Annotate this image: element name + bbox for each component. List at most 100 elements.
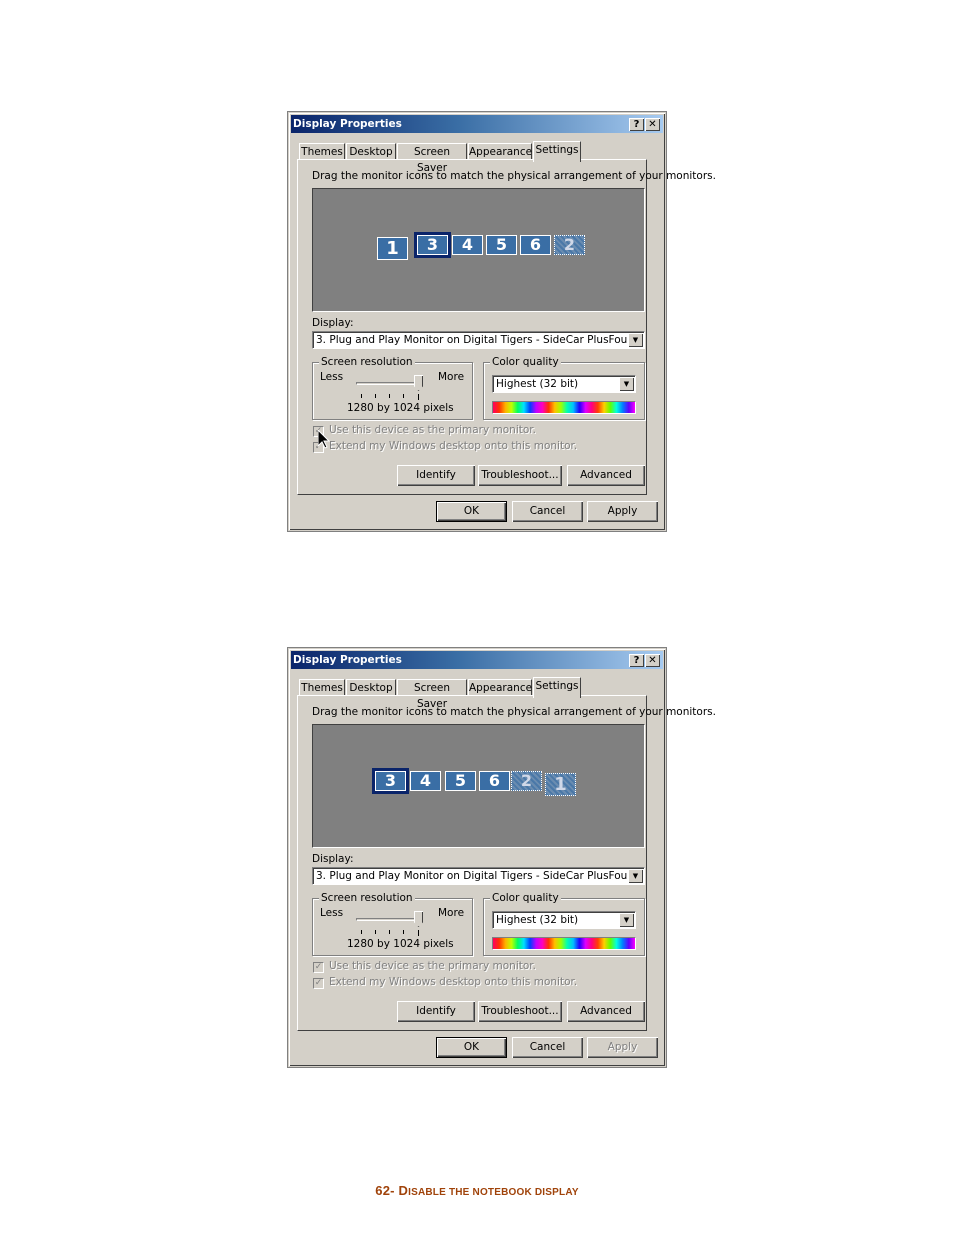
slider-tick <box>375 394 376 398</box>
primary-monitor-label: Use this device as the primary monitor. <box>329 424 536 436</box>
color-quality-title: Color quality <box>490 892 561 904</box>
monitor-icon-1[interactable]: 1 <box>377 237 408 260</box>
monitor-icon-2[interactable]: 2 <box>554 235 585 255</box>
monitor-icon-6[interactable]: 6 <box>520 235 551 255</box>
title-bar[interactable]: Display Properties ? ✕ <box>291 115 663 133</box>
color-quality-value: Highest (32 bit) <box>496 378 579 390</box>
slider-tick <box>361 930 362 934</box>
resolution-slider-thumb[interactable] <box>414 911 423 927</box>
tab-screen-saver[interactable]: Screen Saver <box>397 679 467 710</box>
display-select[interactable]: 3. Plug and Play Monitor on Digital Tige… <box>312 331 645 349</box>
tab-desktop[interactable]: Desktop <box>346 143 396 160</box>
instruction-text: Drag the monitor icons to match the phys… <box>312 706 716 718</box>
close-button[interactable]: ✕ <box>645 654 660 667</box>
slider-tick <box>375 930 376 934</box>
color-quality-group: Color quality Highest (32 bit) ▼ <box>483 892 645 956</box>
monitor-icon-1[interactable]: 1 <box>545 773 576 796</box>
less-label: Less <box>320 371 344 383</box>
footer-page-number: 62- <box>375 1183 399 1198</box>
chevron-down-icon[interactable]: ▼ <box>619 913 634 927</box>
display-select-value: 3. Plug and Play Monitor on Digital Tige… <box>316 870 632 882</box>
slider-tick <box>361 394 362 398</box>
tab-themes[interactable]: Themes <box>299 143 345 160</box>
display-select-value: 3. Plug and Play Monitor on Digital Tige… <box>316 334 632 346</box>
color-spectrum-bar <box>492 937 636 950</box>
color-quality-select[interactable]: Highest (32 bit) ▼ <box>492 911 636 929</box>
settings-panel: Drag the monitor icons to match the phys… <box>297 159 716 495</box>
chevron-down-icon[interactable]: ▼ <box>628 869 643 883</box>
slider-tick <box>389 394 390 398</box>
help-button[interactable]: ? <box>629 118 644 131</box>
screen-resolution-title: Screen resolution <box>319 356 415 368</box>
tab-settings[interactable]: Settings <box>533 677 581 698</box>
page-footer-caption: 62- DISABLE THE NOTEBOOK DISPLAY <box>0 1183 954 1198</box>
monitor-icon-5[interactable]: 5 <box>486 235 517 255</box>
monitor-icon-3[interactable]: 3 <box>372 768 409 794</box>
primary-monitor-label: Use this device as the primary monitor. <box>329 960 536 972</box>
color-quality-value: Highest (32 bit) <box>496 914 579 926</box>
color-quality-select[interactable]: Highest (32 bit) ▼ <box>492 375 636 393</box>
cancel-button[interactable]: Cancel <box>512 1037 583 1058</box>
primary-monitor-checkbox[interactable]: ✓ <box>313 962 324 973</box>
display-properties-dialog-2: Display Properties ? ✕ Themes Desktop Scre… <box>288 648 716 1067</box>
ok-button[interactable]: OK <box>436 501 507 522</box>
dialog-title: Display Properties <box>293 118 402 130</box>
color-spectrum-bar <box>492 401 636 414</box>
display-select[interactable]: 3. Plug and Play Monitor on Digital Tige… <box>312 867 645 885</box>
monitor-icon-2[interactable]: 2 <box>511 771 542 791</box>
monitor-icon-3[interactable]: 3 <box>414 232 451 258</box>
identify-button[interactable]: Identify <box>397 465 475 486</box>
slider-tick <box>389 930 390 934</box>
resolution-slider-track[interactable] <box>356 918 418 921</box>
color-quality-title: Color quality <box>490 356 561 368</box>
chevron-down-icon[interactable]: ▼ <box>619 377 634 391</box>
close-button[interactable]: ✕ <box>645 118 660 131</box>
instruction-text: Drag the monitor icons to match the phys… <box>312 170 716 182</box>
resolution-value: 1280 by 1024 pixels <box>347 938 454 950</box>
display-properties-dialog-1: Display Properties ? ✕ Themes Desktop Scre… <box>288 112 716 531</box>
less-label: Less <box>320 907 344 919</box>
screen-resolution-group: Screen resolution Less More 1280 by 1024… <box>312 356 473 420</box>
monitor-icon-4[interactable]: 4 <box>452 235 483 255</box>
display-label: Display: <box>312 317 354 329</box>
display-label: Display: <box>312 853 354 865</box>
extend-desktop-checkbox[interactable]: ✓ <box>313 978 324 989</box>
troubleshoot-button[interactable]: Troubleshoot... <box>478 1001 562 1022</box>
cancel-button[interactable]: Cancel <box>512 501 583 522</box>
footer-title-rest: ISABLE THE NOTEBOOK DISPLAY <box>408 1187 579 1198</box>
slider-tick <box>403 930 404 934</box>
tab-themes[interactable]: Themes <box>299 679 345 696</box>
tab-screen-saver[interactable]: Screen Saver <box>397 143 467 174</box>
screen-resolution-title: Screen resolution <box>319 892 415 904</box>
help-button[interactable]: ? <box>629 654 644 667</box>
tab-settings[interactable]: Settings <box>533 141 581 162</box>
monitor-icon-6[interactable]: 6 <box>479 771 510 791</box>
identify-button[interactable]: Identify <box>397 1001 475 1022</box>
tab-desktop[interactable]: Desktop <box>346 679 396 696</box>
slider-tick <box>403 394 404 398</box>
apply-button[interactable]: Apply <box>587 501 658 522</box>
slider-tick <box>418 930 419 936</box>
apply-button[interactable]: Apply <box>587 1037 658 1058</box>
troubleshoot-button[interactable]: Troubleshoot... <box>478 465 562 486</box>
tab-appearance[interactable]: Appearance <box>468 679 532 696</box>
footer-first-letter: D <box>398 1183 409 1198</box>
ok-button[interactable]: OK <box>436 1037 507 1058</box>
screen-resolution-group: Screen resolution Less More 1280 by 1024… <box>312 892 473 956</box>
resolution-slider-track[interactable] <box>356 382 418 385</box>
monitor-icon-4[interactable]: 4 <box>410 771 441 791</box>
more-label: More <box>438 907 465 919</box>
monitor-icon-5[interactable]: 5 <box>445 771 476 791</box>
tab-appearance[interactable]: Appearance <box>468 143 532 160</box>
extend-desktop-label: Extend my Windows desktop onto this moni… <box>329 440 578 452</box>
title-bar[interactable]: Display Properties ? ✕ <box>291 651 663 669</box>
slider-tick <box>418 394 419 400</box>
advanced-button[interactable]: Advanced <box>567 1001 645 1022</box>
extend-desktop-label: Extend my Windows desktop onto this moni… <box>329 976 578 988</box>
monitor-arrangement-area[interactable]: 345621 <box>312 724 645 848</box>
advanced-button[interactable]: Advanced <box>567 465 645 486</box>
resolution-slider-thumb[interactable] <box>414 375 423 391</box>
monitor-arrangement-area[interactable]: 134562 <box>312 188 645 312</box>
settings-panel: Drag the monitor icons to match the phys… <box>297 695 716 1031</box>
chevron-down-icon[interactable]: ▼ <box>628 333 643 347</box>
